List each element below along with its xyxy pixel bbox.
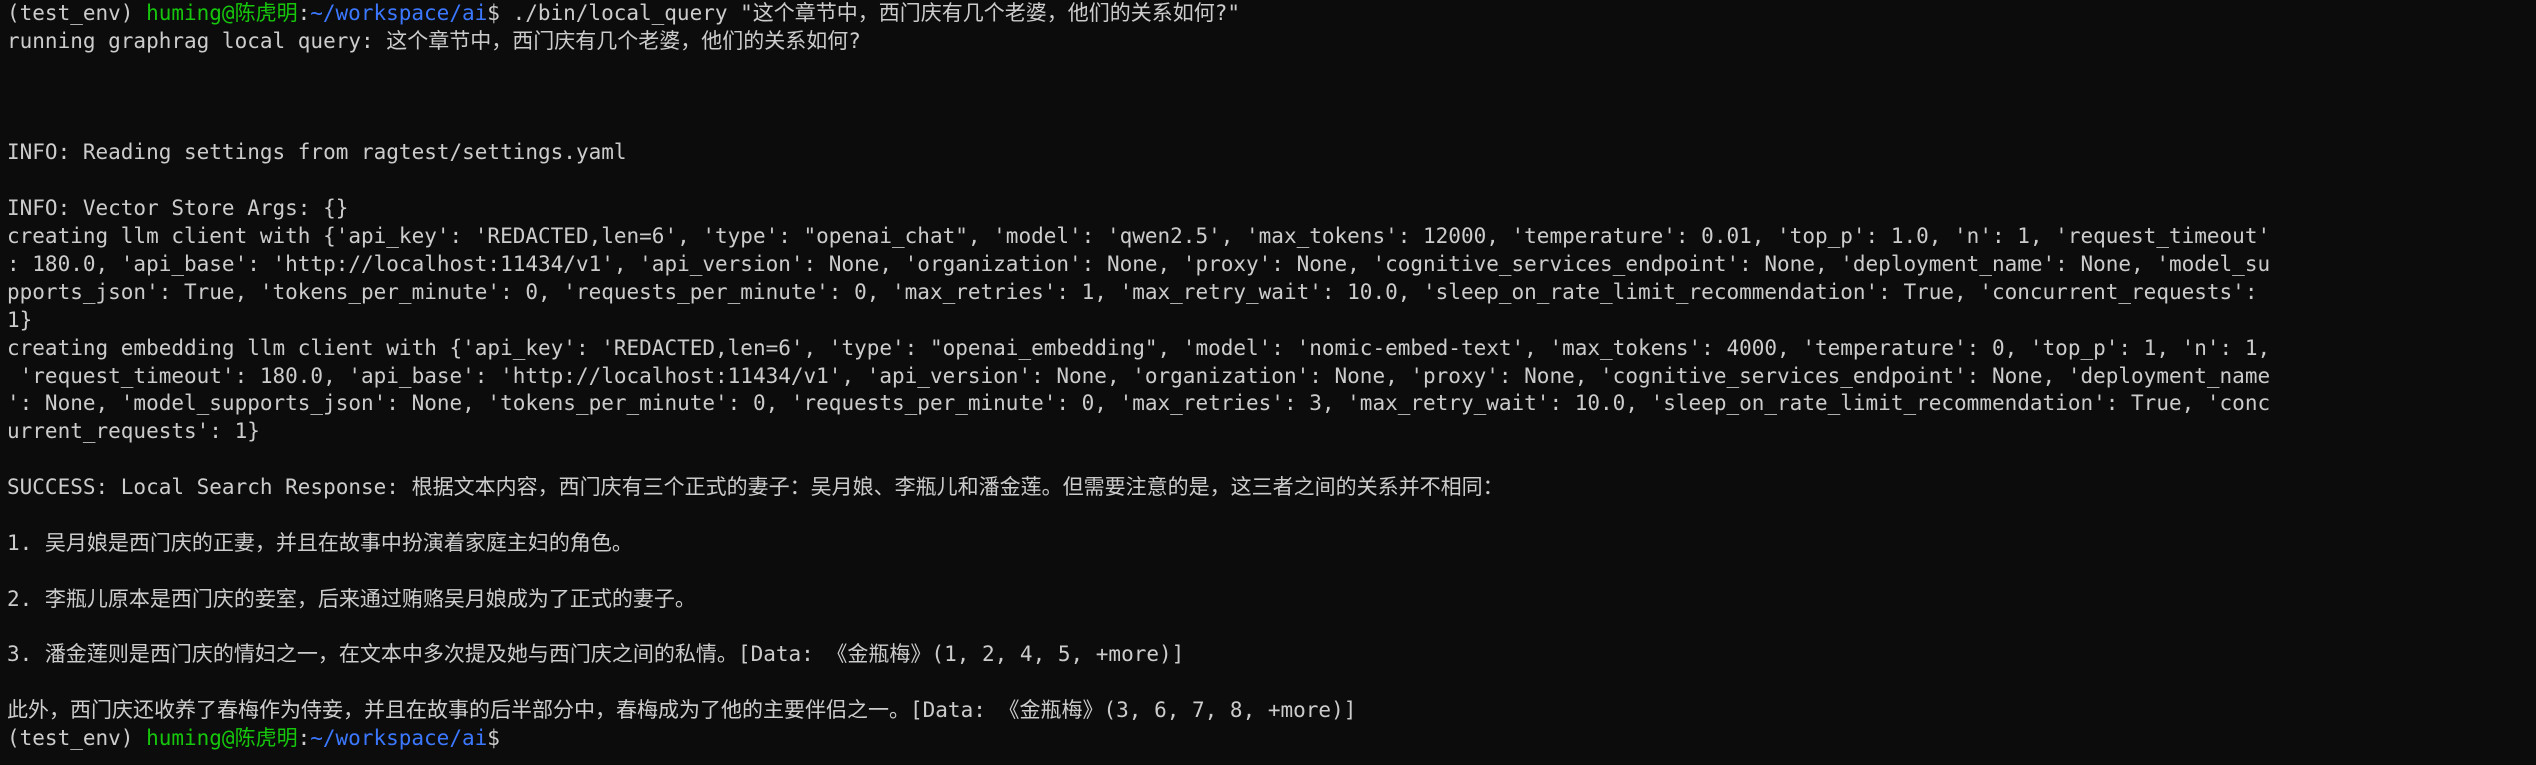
output-line: INFO: Reading settings from ragtest/sett… [7, 140, 627, 165]
output-line: 1} [7, 307, 33, 332]
prompt-env: (test_env) [7, 1, 147, 25]
command-line: (test_env) huming@陈虎明:~/workspace/ai$ ./… [7, 0, 2532, 28]
prompt-separator: : [297, 726, 311, 751]
output-line: 'request_timeout': 180.0, 'api_base': 'h… [7, 363, 2271, 388]
output-line: ': None, 'model_supports_json': None, 't… [7, 391, 2271, 416]
output-line: SUCCESS: Local Search Response: 根据文本内容，西… [7, 475, 1504, 500]
prompt-symbol: $ [487, 726, 513, 751]
output-line: running graphrag local query: 这个章节中，西门庆有… [7, 28, 861, 53]
output-line: INFO: Vector Store Args: {} [7, 196, 349, 221]
output-line: 1. 吴月娘是西门庆的正妻，并且在故事中扮演着家庭主妇的角色。 [7, 530, 633, 555]
prompt-cwd: ~/workspace/ai [310, 726, 488, 751]
output-line: urrent_requests': 1} [7, 419, 260, 444]
output-line: 此外，西门庆还收养了春梅作为侍妾，并且在故事的后半部分中，春梅成为了他的主要伴侣… [7, 698, 1357, 723]
command-text: ./bin/local_query "这个章节中，西门庆有几个老婆，他们的关系如… [512, 1, 1241, 25]
prompt-user-host: huming@陈虎明 [146, 1, 298, 25]
prompt-symbol: $ [487, 1, 513, 25]
output-line: : 180.0, 'api_base': 'http://localhost:1… [7, 252, 2271, 277]
prompt-cwd: ~/workspace/ai [310, 1, 488, 25]
prompt-env: (test_env) [7, 726, 147, 751]
terminal-window[interactable]: (test_env) huming@陈虎明:~/workspace/ai$ ./… [0, 0, 2536, 765]
final-prompt-line[interactable]: (test_env) huming@陈虎明:~/workspace/ai$ [7, 725, 2532, 753]
output-line: creating llm client with {'api_key': 'RE… [7, 224, 2271, 249]
output-line: creating embedding llm client with {'api… [7, 335, 2271, 360]
output-line: 2. 李瓶儿原本是西门庆的妾室，后来通过贿赂吴月娘成为了正式的妻子。 [7, 586, 696, 611]
prompt-user-host: huming@陈虎明 [146, 726, 298, 751]
output-line: 3. 潘金莲则是西门庆的情妇之一，在文本中多次提及她与西门庆之间的私情。[Dat… [7, 642, 1185, 667]
prompt-separator: : [297, 1, 311, 25]
output-line: pports_json': True, 'tokens_per_minute':… [7, 279, 2258, 304]
